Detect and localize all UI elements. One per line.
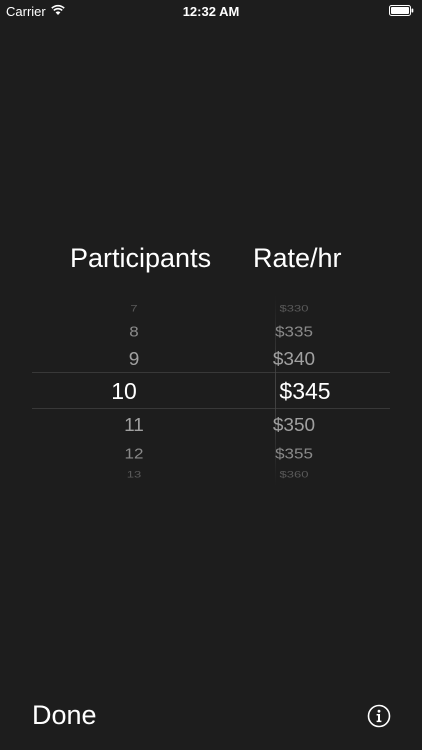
done-button[interactable]: Done bbox=[32, 700, 97, 731]
rate-option-selected[interactable]: $345 bbox=[279, 380, 330, 403]
participants-option[interactable]: 8 bbox=[129, 324, 138, 339]
participants-option[interactable]: 13 bbox=[127, 470, 141, 479]
participants-option[interactable]: 9 bbox=[129, 350, 140, 368]
participants-header: Participants bbox=[70, 243, 212, 273]
selection-bottom-line bbox=[32, 408, 390, 409]
battery-icon bbox=[389, 5, 414, 16]
participants-option[interactable]: 11 bbox=[124, 416, 144, 434]
rate-option[interactable]: $335 bbox=[275, 324, 313, 339]
selection-top-line bbox=[32, 372, 390, 373]
status-time: 12:32 AM bbox=[182, 4, 240, 19]
rate-option[interactable]: $355 bbox=[275, 446, 313, 461]
participants-option-selected[interactable]: 10 bbox=[111, 380, 137, 403]
rate-option[interactable]: $330 bbox=[280, 304, 309, 313]
participants-option[interactable]: 12 bbox=[125, 446, 144, 461]
rate-option[interactable]: $350 bbox=[273, 416, 315, 434]
rate-option[interactable]: $340 bbox=[273, 350, 315, 368]
status-bar: Carrier 12:32 AM bbox=[0, 0, 422, 22]
participants-option[interactable]: 7 bbox=[130, 304, 137, 313]
rate-option[interactable]: $360 bbox=[280, 470, 309, 479]
picker: 7 8 9 10 11 12 13 $330 $335 $340 $345 $350 $355 $360 bbox=[0, 296, 422, 486]
rate-header: Rate/hr bbox=[253, 243, 342, 273]
info-icon[interactable] bbox=[367, 704, 391, 728]
